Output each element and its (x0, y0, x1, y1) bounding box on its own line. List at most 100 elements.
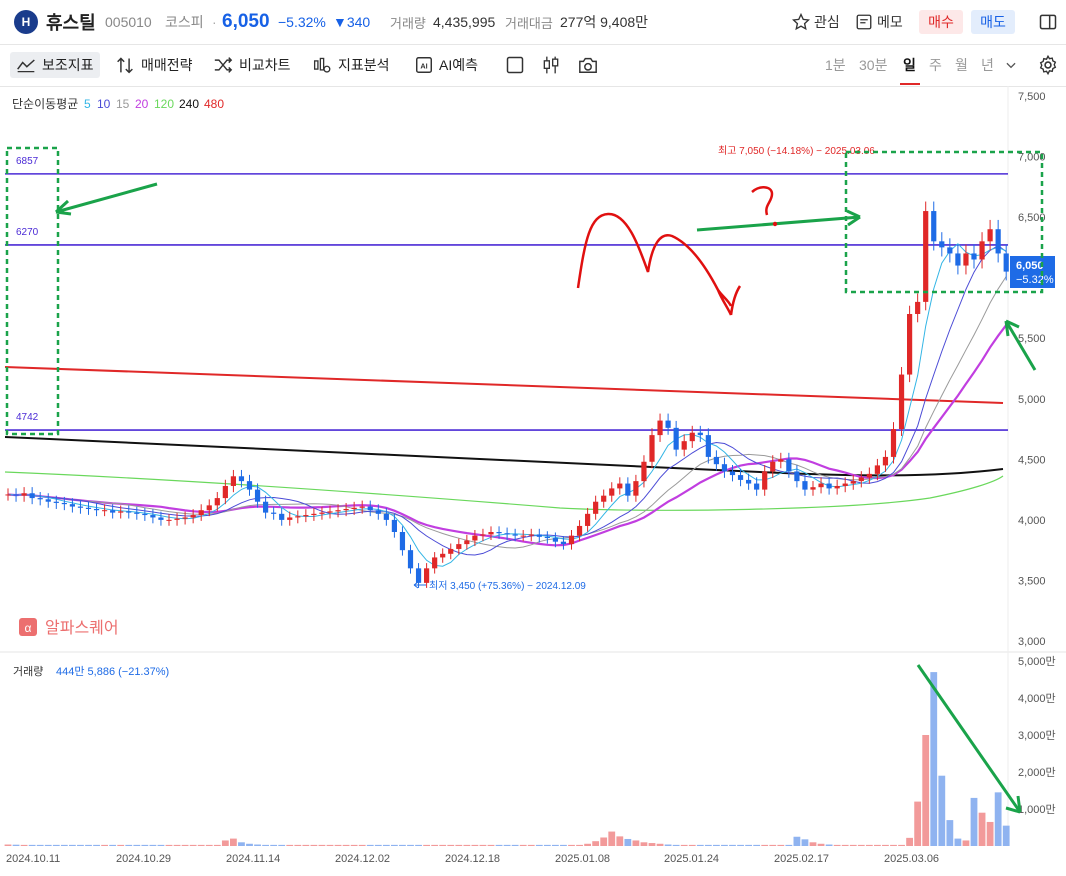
volume-bar (616, 836, 624, 846)
candle (1003, 253, 1009, 272)
volume-bar (399, 844, 406, 846)
volume-bar (415, 844, 422, 846)
market-name: 코스피 (165, 14, 204, 30)
indicators-button[interactable]: 보조지표 (10, 52, 100, 78)
candle (560, 541, 567, 545)
candle (53, 501, 59, 503)
period-year[interactable]: 년 (981, 52, 994, 78)
panel-toggle-button[interactable] (1038, 10, 1058, 34)
ma480-line (4, 366, 1004, 404)
annotation-question-mark (751, 186, 774, 216)
compare-button[interactable]: 비교차트 (213, 52, 291, 78)
buy-button[interactable]: 매수 (919, 10, 963, 34)
volume-bar (495, 844, 503, 846)
ai-button[interactable]: AI AI예측 (413, 52, 478, 78)
horizontal-line-label: 4742 (16, 412, 39, 423)
candles (5, 201, 1009, 588)
volume-bar (374, 844, 382, 846)
volume-tick-label: 4,000만 (1018, 692, 1056, 705)
volume-bar (608, 831, 616, 846)
candle (440, 553, 446, 558)
volume-label: 거래량 (390, 15, 426, 31)
volume-tick-label: 3,000만 (1018, 729, 1056, 742)
candle (520, 535, 526, 537)
volume-bar (487, 844, 495, 846)
volume-bar (12, 844, 20, 846)
date-tick-label: 2024.12.02 (335, 853, 390, 865)
candle-style-button[interactable] (541, 52, 561, 78)
change-amount: ▼340 (333, 14, 371, 30)
chart-type-button[interactable] (505, 52, 525, 78)
candle (359, 506, 365, 508)
volume-bar (28, 844, 36, 846)
settings-button[interactable] (1037, 52, 1059, 78)
memo-button[interactable]: 메모 (855, 10, 903, 34)
compare-label: 비교차트 (239, 57, 291, 73)
analysis-button[interactable]: 지표분석 (312, 52, 390, 78)
sell-button[interactable]: 매도 (971, 10, 1015, 34)
period-1min[interactable]: 1분 (825, 52, 846, 78)
ma-legend-10: 10 (97, 97, 111, 111)
candle (279, 513, 285, 520)
date-tick-label: 2024.12.18 (445, 853, 500, 865)
candle (85, 507, 92, 509)
candle (649, 435, 655, 462)
candle (617, 483, 623, 489)
candle (166, 519, 172, 521)
watch-button[interactable]: 관심 (792, 10, 840, 34)
candle (77, 506, 84, 508)
horizontal-line-label: 6857 (16, 156, 39, 167)
active-period-underline (900, 83, 920, 85)
volume-bar (592, 841, 600, 846)
volume-bar (254, 844, 261, 846)
volume-bar (447, 844, 455, 846)
volume-bar (101, 844, 108, 846)
period-dropdown[interactable] (1004, 52, 1018, 78)
candle (971, 253, 977, 260)
company-logo: H (14, 10, 38, 34)
volume-bar (213, 844, 221, 846)
volume-bar (157, 844, 165, 846)
date-tick-label: 2024.10.29 (116, 853, 171, 865)
candle (826, 483, 832, 489)
volume-tick-label: 1,000만 (1018, 803, 1056, 816)
candle (842, 483, 848, 486)
volume-bar (93, 844, 100, 846)
period-week[interactable]: 주 (929, 52, 942, 78)
volume-bar (753, 844, 761, 846)
volume-bar (906, 837, 913, 846)
candle (673, 427, 679, 450)
period-30min[interactable]: 30분 (859, 52, 887, 78)
candle (593, 501, 599, 514)
candle (544, 536, 550, 539)
volume-bar (841, 844, 849, 846)
candle (480, 534, 486, 536)
candle (37, 498, 43, 500)
volume-bar (745, 844, 752, 846)
candle (190, 515, 196, 518)
candle (794, 471, 800, 482)
candlestick-icon (543, 56, 559, 74)
period-month[interactable]: 월 (955, 52, 968, 78)
stock-name: 휴스틸 (46, 13, 96, 33)
candle (729, 471, 736, 476)
volume-bar (431, 844, 439, 846)
screenshot-button[interactable] (577, 52, 599, 78)
candle (746, 479, 752, 484)
volume-bar (849, 844, 857, 846)
candle (367, 506, 373, 511)
volume-bar (737, 844, 744, 846)
price-chart[interactable]: 7,5007,0006,5006,0005,5005,0004,5004,000… (0, 86, 1066, 876)
candle (343, 508, 349, 511)
candle (866, 473, 872, 478)
date-tick-label: 2025.01.24 (664, 853, 719, 865)
watch-label: 관심 (814, 14, 840, 30)
volume-bar (713, 844, 720, 846)
period-day[interactable]: 일 (903, 52, 916, 78)
volume-bar (391, 844, 398, 846)
candle (142, 513, 148, 516)
candle (110, 510, 116, 513)
candle (182, 517, 188, 519)
volume-bar (600, 837, 608, 846)
strategy-button[interactable]: 매매전략 (115, 52, 193, 78)
